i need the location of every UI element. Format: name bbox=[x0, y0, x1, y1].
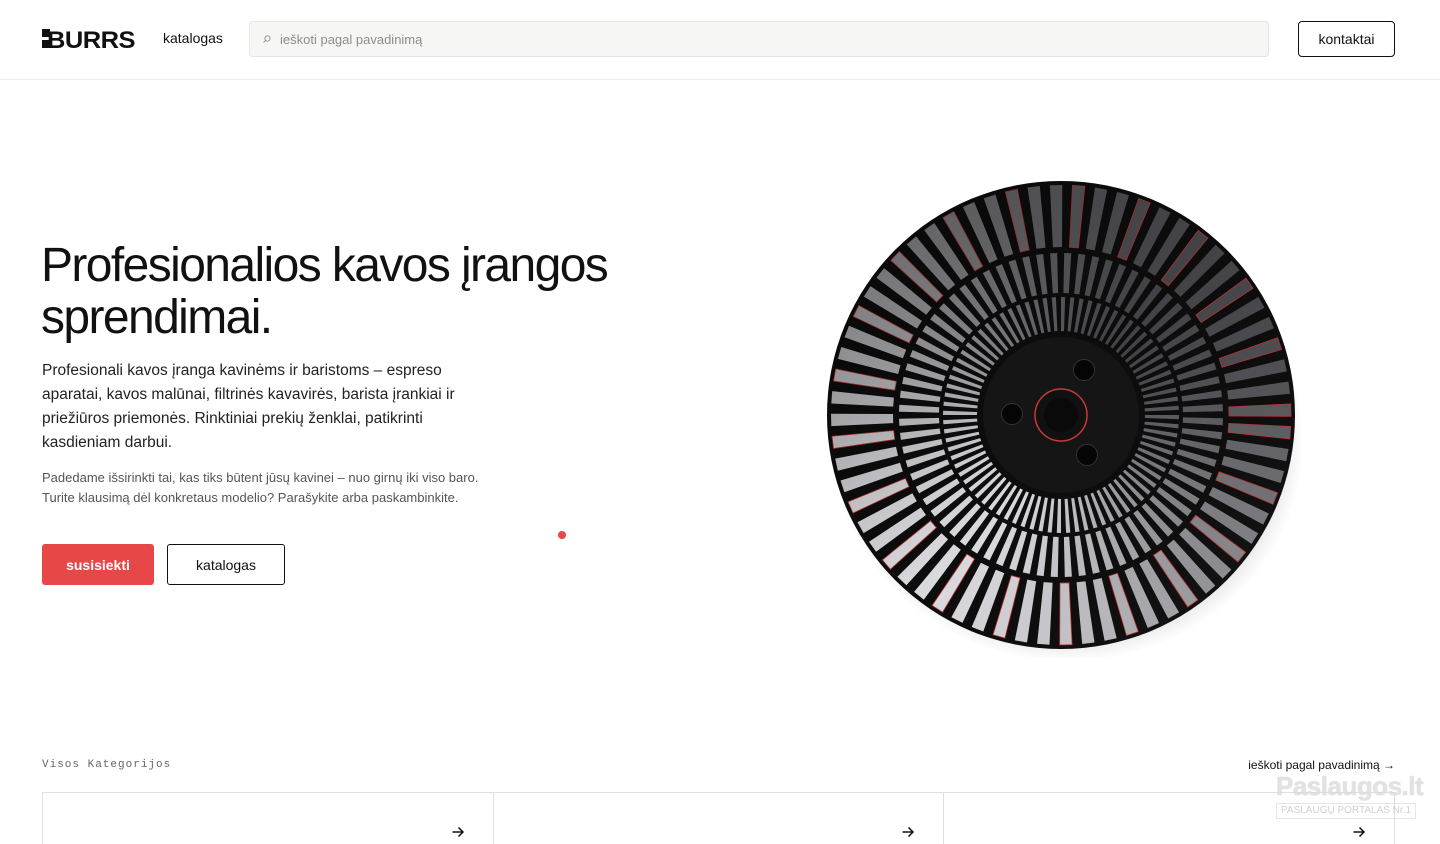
categories-grid bbox=[42, 792, 1396, 844]
burr-screw-hole bbox=[1073, 359, 1095, 381]
burr-screw-hole bbox=[1001, 403, 1023, 425]
search-input[interactable] bbox=[280, 31, 1180, 47]
categories-label: Visos Kategorijos bbox=[42, 759, 172, 771]
slider-indicator-dot[interactable] bbox=[558, 531, 566, 539]
search-by-name-link[interactable]: ieškoti pagal pavadinimą → bbox=[1248, 758, 1395, 772]
hero-lead-text: Profesionali kavos įranga kavinėms ir ba… bbox=[42, 362, 455, 451]
burr-screw-hole bbox=[1076, 444, 1098, 466]
catalog-cta-button[interactable]: katalogas bbox=[167, 544, 285, 585]
site-header: BURRS katalogas kontaktai bbox=[0, 0, 1440, 80]
hero-sub-line: Turite klausimą dėl konkretaus modelio? … bbox=[42, 490, 459, 505]
arrow-right-icon bbox=[1353, 826, 1366, 838]
paslaugos-watermark: Paslaugos.lt PASLAUGŲ PORTALAS Nr.1 bbox=[1276, 771, 1424, 822]
burrs-logo[interactable]: BURRS bbox=[42, 26, 136, 52]
burr-center-hole bbox=[1044, 398, 1078, 432]
arrow-right-icon bbox=[902, 826, 915, 838]
search-icon bbox=[263, 35, 271, 43]
contact-cta-button[interactable]: susisiekti bbox=[42, 544, 154, 585]
grinder-burr-image bbox=[818, 172, 1304, 658]
svg-text:BURRS: BURRS bbox=[47, 27, 136, 52]
hero-sub-text: Padedame išsirinkti tai, kas tiks būtent… bbox=[42, 468, 482, 508]
category-card[interactable] bbox=[42, 793, 493, 844]
search-bar[interactable] bbox=[249, 21, 1269, 57]
grinder-burr-illustration bbox=[827, 181, 1304, 658]
category-card[interactable] bbox=[492, 793, 944, 844]
arrow-right-icon bbox=[452, 826, 464, 838]
contacts-button[interactable]: kontaktai bbox=[1298, 21, 1395, 57]
hero-title: Profesionalios kavos įrangos sprendimai. bbox=[41, 239, 609, 344]
watermark-subtitle: PASLAUGŲ PORTALAS Nr.1 bbox=[1276, 803, 1416, 819]
watermark-title: Paslaugos.lt bbox=[1276, 771, 1424, 801]
hero-sub-line: Padedame išsirinkti tai, kas tiks būtent… bbox=[42, 470, 479, 485]
nav-catalog-link[interactable]: katalogas bbox=[163, 30, 223, 46]
